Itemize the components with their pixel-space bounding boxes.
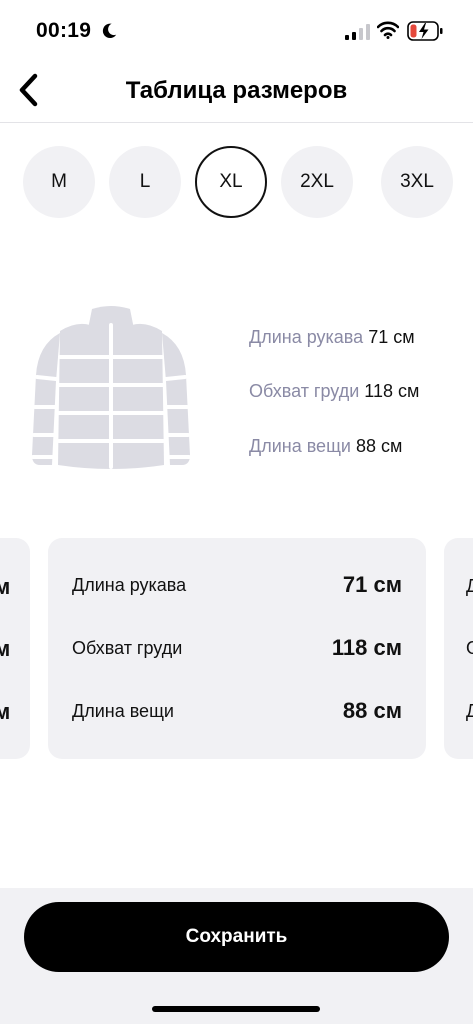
info-label: Обхват груди xyxy=(249,381,360,401)
card-fragment: м xyxy=(0,636,11,661)
card-fragment: м xyxy=(0,699,11,724)
save-button[interactable]: Сохранить xyxy=(24,902,449,972)
battery-charging-icon xyxy=(407,21,443,41)
size-option-l[interactable]: L xyxy=(109,146,181,218)
status-time: 00:19 xyxy=(36,19,92,42)
puffer-jacket-icon xyxy=(31,306,191,469)
card-row-label: Длина вещи xyxy=(72,700,174,721)
nav-header: Таблица размеров xyxy=(0,60,473,122)
wifi-icon xyxy=(377,21,399,39)
card-row-item-length: Длина вещи 88 см xyxy=(72,698,402,724)
info-item-length: Длина вещи 88 см xyxy=(249,436,402,457)
card-fragment: О xyxy=(466,638,473,659)
prev-size-card[interactable]: м м м xyxy=(0,538,30,759)
size-option-3xl[interactable]: 3XL xyxy=(381,146,453,218)
current-size-card: Длина рукава 71 см Обхват груди 118 см Д… xyxy=(48,538,426,759)
size-option-2xl[interactable]: 2XL xyxy=(281,146,353,218)
size-chart-screen: 00:19 Таблица размеров M L XL 2XL 3XL Дл… xyxy=(0,0,473,1024)
info-sleeve-length: Длина рукава 71 см xyxy=(249,327,415,348)
size-selector: M L XL 2XL 3XL xyxy=(23,146,473,218)
info-chest-girth: Обхват груди 118 см xyxy=(249,381,419,402)
header-divider xyxy=(0,122,473,123)
card-row-value: 88 см xyxy=(342,698,402,723)
card-row-value: 71 см xyxy=(342,572,402,597)
home-indicator xyxy=(152,1006,320,1012)
card-fragment: Д xyxy=(466,576,473,596)
card-row-sleeve-length: Длина рукава 71 см xyxy=(72,572,402,598)
info-label: Длина вещи xyxy=(249,436,351,456)
moon-icon xyxy=(102,23,117,39)
card-fragment: м xyxy=(0,574,11,599)
status-bar: 00:19 xyxy=(0,0,473,60)
size-option-xl[interactable]: XL xyxy=(195,146,267,218)
card-row-label: Длина рукава xyxy=(72,574,187,595)
next-size-card[interactable]: Д О Д xyxy=(444,538,473,759)
info-label: Длина рукава xyxy=(249,327,364,347)
card-row-value: 118 см xyxy=(331,635,402,660)
info-value: 71 см xyxy=(368,327,415,347)
page-title: Таблица размеров xyxy=(125,77,348,104)
info-value: 118 см xyxy=(364,381,420,401)
card-row-label: Обхват груди xyxy=(72,637,183,658)
size-option-m[interactable]: M xyxy=(23,146,95,218)
cellular-signal-icon xyxy=(345,24,370,40)
info-value: 88 см xyxy=(355,436,403,456)
card-row-chest-girth: Обхват груди 118 см xyxy=(72,635,402,661)
bottom-bar: Сохранить xyxy=(0,888,473,1024)
card-fragment: Д xyxy=(466,701,473,721)
